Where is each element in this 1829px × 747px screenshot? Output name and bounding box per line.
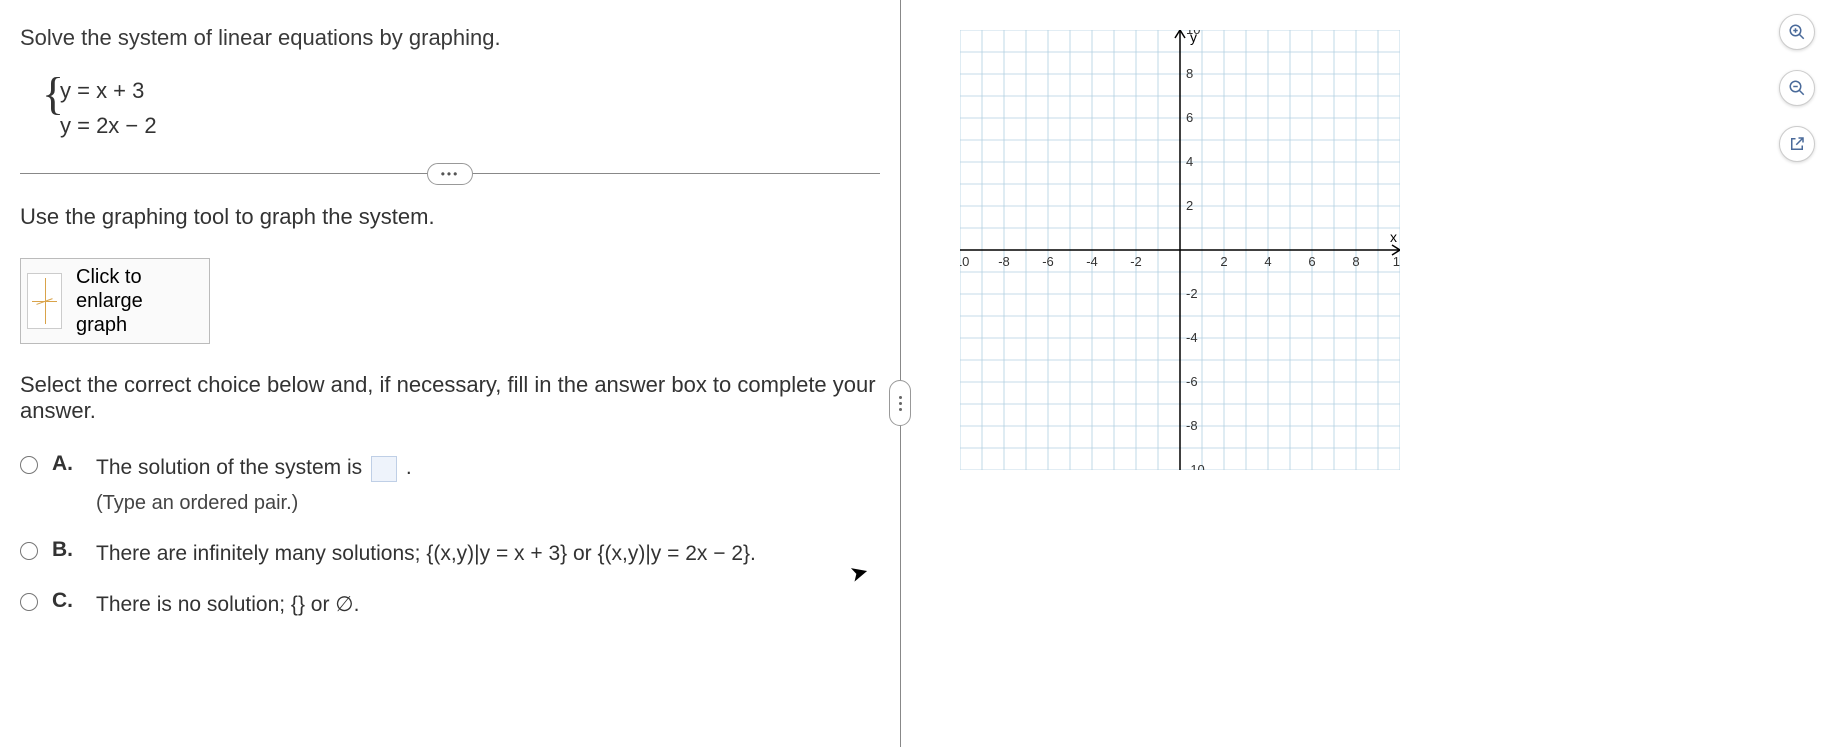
external-link-icon (1788, 135, 1806, 153)
y-tick-label: 4 (1186, 154, 1193, 169)
zoom-in-icon (1788, 23, 1806, 41)
y-tick-label: 2 (1186, 198, 1193, 213)
x-tick-label: -8 (998, 254, 1010, 269)
zoom-out-icon (1788, 79, 1806, 97)
choice-c-letter: C. (52, 589, 76, 613)
choice-c-text: There is no solution; {} or ∅. (96, 589, 359, 621)
x-tick-label: 8 (1352, 254, 1359, 269)
tool-instruction: Use the graphing tool to graph the syste… (20, 204, 880, 230)
y-tick-label: -2 (1186, 286, 1198, 301)
y-tick-label: 10 (1186, 30, 1200, 37)
more-button[interactable]: ••• (427, 163, 473, 185)
x-tick-label: 10 (1393, 254, 1400, 269)
equation-system: { y = x + 3 y = 2x − 2 (60, 73, 880, 143)
enlarge-graph-label: Click to enlarge graph (76, 265, 195, 337)
x-tick-label: 6 (1308, 254, 1315, 269)
choice-b-text: There are infinitely many solutions; {(x… (96, 538, 756, 570)
choice-c[interactable]: C. There is no solution; {} or ∅. (20, 589, 880, 621)
zoom-in-button[interactable] (1779, 14, 1815, 50)
choice-a-letter: A. (52, 452, 76, 476)
open-new-window-button[interactable] (1779, 126, 1815, 162)
choice-b-radio[interactable] (20, 542, 38, 560)
y-tick-label: -4 (1186, 330, 1198, 345)
y-tick-label: -6 (1186, 374, 1198, 389)
x-tick-label: -10 (960, 254, 969, 269)
graph-thumbnail-icon (27, 273, 62, 329)
choice-a-answer-input[interactable] (371, 456, 397, 482)
x-axis-label: x (1390, 229, 1397, 245)
x-tick-label: -6 (1042, 254, 1054, 269)
brace-icon: { (42, 71, 64, 117)
choice-c-radio[interactable] (20, 593, 38, 611)
select-instruction: Select the correct choice below and, if … (20, 372, 880, 424)
choice-b[interactable]: B. There are infinitely many solutions; … (20, 538, 880, 570)
zoom-out-button[interactable] (1779, 70, 1815, 106)
coordinate-graph[interactable]: y x -10-8-6-4-2246810 -10-8-6-4-2246810 (960, 30, 1400, 470)
y-tick-label: -8 (1186, 418, 1198, 433)
choice-a-radio[interactable] (20, 456, 38, 474)
x-tick-label: -2 (1130, 254, 1142, 269)
equation-1: y = x + 3 (60, 73, 880, 108)
y-tick-label: -10 (1186, 462, 1205, 470)
choice-b-letter: B. (52, 538, 76, 562)
x-tick-label: 2 (1220, 254, 1227, 269)
x-tick-label: -4 (1086, 254, 1098, 269)
section-divider: ••• (20, 173, 880, 174)
y-tick-label: 6 (1186, 110, 1193, 125)
x-tick-label: 4 (1264, 254, 1271, 269)
y-tick-label: 8 (1186, 66, 1193, 81)
choice-a-text-post: . (406, 456, 412, 479)
enlarge-graph-button[interactable]: Click to enlarge graph (20, 258, 210, 344)
choice-a-hint: (Type an ordered pair.) (96, 488, 412, 518)
choice-a-text-pre: The solution of the system is (96, 456, 368, 479)
choice-a[interactable]: A. The solution of the system is . (Type… (20, 452, 880, 518)
equation-2: y = 2x − 2 (60, 108, 880, 143)
question-prompt: Solve the system of linear equations by … (20, 25, 880, 51)
